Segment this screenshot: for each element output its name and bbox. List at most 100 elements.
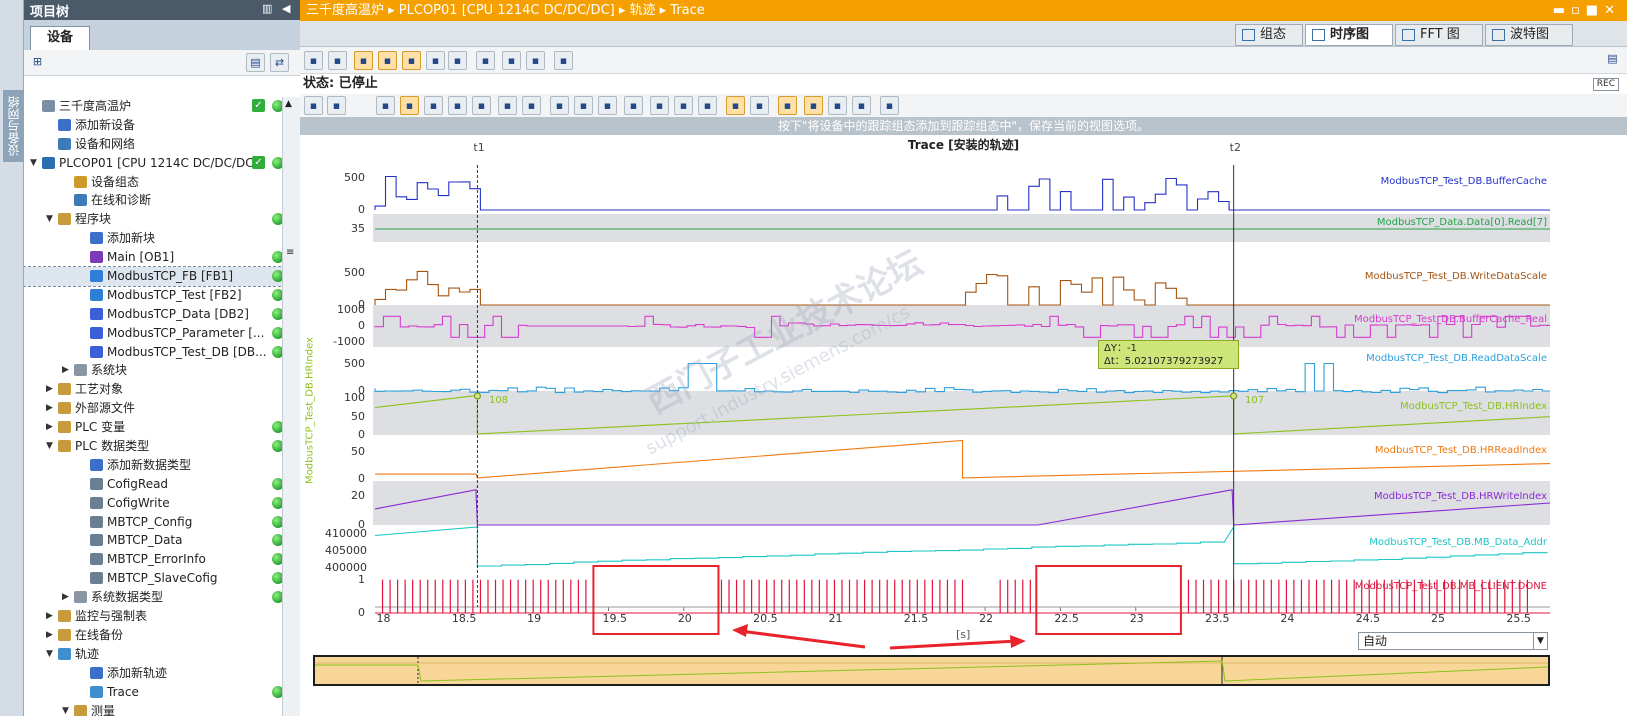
expanded-chevron-icon[interactable]: ▼: [62, 702, 69, 716]
tree-item[interactable]: ▶ PLC 变量: [24, 418, 305, 437]
tree-item[interactable]: ModbusTCP_Test_DB [DB...: [24, 343, 305, 362]
transfer-to-device-icon[interactable]: ▪: [304, 51, 323, 70]
zoom-y-100-icon[interactable]: ▪: [574, 96, 593, 115]
cursor-vertical-icon[interactable]: ▪: [726, 96, 745, 115]
select-icon[interactable]: ▪: [400, 96, 419, 115]
expanded-chevron-icon[interactable]: ▼: [46, 210, 53, 228]
measure-icon[interactable]: ▪: [698, 96, 717, 115]
tree-scrollbar[interactable]: ▲ ≡: [282, 97, 300, 716]
tree-item[interactable]: 添加新轨迹: [24, 664, 305, 683]
tree-item[interactable]: ModbusTCP_Test [FB2]: [24, 286, 305, 305]
save-view-icon[interactable]: ▪: [880, 96, 899, 115]
tree-item[interactable]: MBTCP_Data: [24, 531, 305, 550]
expanded-chevron-icon[interactable]: ▼: [46, 437, 53, 455]
task-card-icon[interactable]: ▤: [1603, 50, 1622, 69]
stop-record-icon[interactable]: ▪: [402, 51, 421, 70]
align-right-icon[interactable]: ▪: [852, 96, 871, 115]
zoom-x-icon[interactable]: ▪: [448, 96, 467, 115]
export-icon[interactable]: ▪: [476, 51, 495, 70]
filter-icon[interactable]: ▪: [554, 51, 573, 70]
tree-item[interactable]: ▶ 系统块: [24, 361, 305, 380]
import-2-icon[interactable]: ▪: [526, 51, 545, 70]
delete-icon[interactable]: ▪: [426, 51, 445, 70]
tab-view[interactable]: FFT 图: [1395, 24, 1483, 46]
expanded-chevron-icon[interactable]: ▼: [46, 645, 53, 663]
legend-icon[interactable]: ▪: [804, 96, 823, 115]
tab-view[interactable]: 时序图: [1305, 24, 1393, 46]
tree-item[interactable]: ▶ 外部源文件: [24, 399, 305, 418]
back-icon[interactable]: ▪: [304, 96, 323, 115]
zoom-mode-select[interactable]: 自动 ▼: [1358, 632, 1548, 650]
tree-item[interactable]: CofigWrite: [24, 494, 305, 513]
forward-icon[interactable]: ▪: [327, 96, 346, 115]
trend-icon[interactable]: ▪: [624, 96, 643, 115]
panel-split-icon[interactable]: ▥: [262, 2, 272, 15]
sample-icon[interactable]: ▪: [650, 96, 669, 115]
tree-item[interactable]: 设备和网络: [24, 135, 305, 154]
tree-item[interactable]: ModbusTCP_Data [DB2]: [24, 305, 305, 324]
cursor-horizontal-icon[interactable]: ▪: [750, 96, 769, 115]
zoom-out-icon[interactable]: ▪: [522, 96, 541, 115]
collapsed-chevron-icon[interactable]: ▶: [46, 418, 53, 436]
tree-item[interactable]: ▼ 轨迹: [24, 645, 305, 664]
tab-devices[interactable]: 设备: [30, 26, 90, 50]
tree-item-label: 添加新数据类型: [107, 457, 192, 472]
tree-item[interactable]: ModbusTCP_Parameter [...: [24, 324, 305, 343]
tree-item[interactable]: 三千度高温炉 ✓: [24, 97, 305, 116]
tree-item[interactable]: ▼ 测量: [24, 702, 305, 716]
chevron-down-icon[interactable]: ▼: [1533, 633, 1547, 649]
tree-item[interactable]: Main [OB1]: [24, 248, 305, 267]
collapsed-chevron-icon[interactable]: ▶: [46, 607, 53, 625]
side-tab-strip: 设备与网络: [0, 0, 24, 716]
tree-item[interactable]: ▶ 系统数据类型: [24, 588, 305, 607]
scroll-grip-icon[interactable]: ≡: [286, 247, 294, 258]
tree-item[interactable]: 添加新块: [24, 229, 305, 248]
zoom-in-icon[interactable]: ▪: [498, 96, 517, 115]
collapsed-chevron-icon[interactable]: ▶: [46, 399, 53, 417]
tree-item[interactable]: 在线和诊断: [24, 191, 305, 210]
tree-item[interactable]: CofigRead: [24, 475, 305, 494]
collapsed-chevron-icon[interactable]: ▶: [46, 626, 53, 644]
collapsed-chevron-icon[interactable]: ▶: [62, 361, 69, 379]
cursor-value-icon[interactable]: ▪: [778, 96, 797, 115]
tree-item[interactable]: MBTCP_ErrorInfo: [24, 550, 305, 569]
tree-item[interactable]: ▶ 在线备份: [24, 626, 305, 645]
tree-item[interactable]: MBTCP_Config: [24, 513, 305, 532]
tree-item[interactable]: ▼ PLCOP01 [CPU 1214C DC/DC/DC] ✓: [24, 154, 305, 173]
monitor-icon[interactable]: ▪: [354, 51, 373, 70]
pan-hand-icon[interactable]: ▪: [376, 96, 395, 115]
refresh-icon[interactable]: ▪: [448, 51, 467, 70]
tab-view[interactable]: 组态: [1235, 24, 1303, 46]
import-icon[interactable]: ▪: [502, 51, 521, 70]
collapsed-chevron-icon[interactable]: ▶: [46, 380, 53, 398]
load-from-device-icon[interactable]: ▪: [328, 51, 347, 70]
tree-item[interactable]: 添加新设备: [24, 116, 305, 135]
zoom-area-icon[interactable]: ▪: [424, 96, 443, 115]
tree-item[interactable]: ▼ 程序块: [24, 210, 305, 229]
tree-item[interactable]: MBTCP_SlaveCofig: [24, 569, 305, 588]
tree-item[interactable]: 添加新数据类型: [24, 456, 305, 475]
scroll-up-icon[interactable]: ▲: [285, 99, 292, 109]
align-left-icon[interactable]: ▪: [828, 96, 847, 115]
new-group-icon[interactable]: ⊞: [28, 53, 47, 72]
collapse-panel-icon[interactable]: ◀: [282, 2, 290, 15]
tree-item[interactable]: ▼ PLC 数据类型: [24, 437, 305, 456]
zoom-y-icon[interactable]: ▪: [472, 96, 491, 115]
view-list-icon[interactable]: ▤: [246, 53, 265, 72]
tree-item[interactable]: Trace: [24, 683, 305, 702]
curve-icon[interactable]: ▪: [674, 96, 693, 115]
tree-item[interactable]: ModbusTCP_FB [FB1]: [24, 266, 305, 287]
overview-icon[interactable]: ⇄: [270, 53, 289, 72]
overview-strip[interactable]: [313, 655, 1550, 686]
tab-view[interactable]: 波特图: [1485, 24, 1573, 46]
window-controls[interactable]: ▬▫■✕: [1553, 0, 1621, 21]
tree-item[interactable]: ▶ 工艺对象: [24, 380, 305, 399]
tree-item[interactable]: ▶ 监控与强制表: [24, 607, 305, 626]
expanded-chevron-icon[interactable]: ▼: [30, 154, 37, 172]
zoom-x-100-icon[interactable]: ▪: [598, 96, 617, 115]
zoom-100-icon[interactable]: ▪: [550, 96, 569, 115]
start-record-icon[interactable]: ▪: [378, 51, 397, 70]
tree-item[interactable]: 设备组态: [24, 173, 305, 192]
collapsed-chevron-icon[interactable]: ▶: [62, 588, 69, 606]
side-tab-devices-networks[interactable]: 设备与网络: [3, 90, 24, 162]
